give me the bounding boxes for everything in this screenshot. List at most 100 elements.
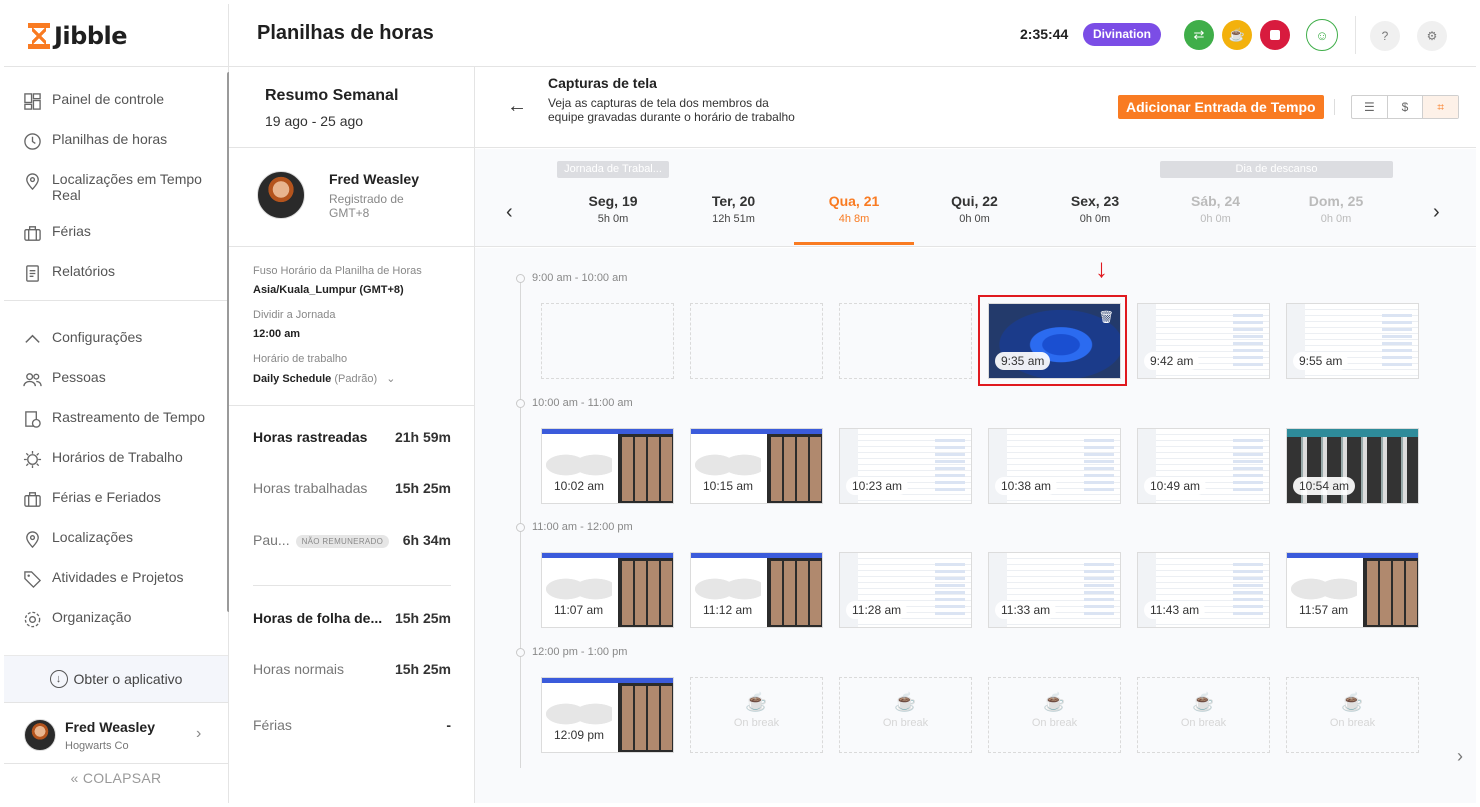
chevron-right-icon: ›	[196, 725, 202, 742]
break-slot: ☕ On break	[839, 676, 972, 753]
stat-label-text: Pau...	[253, 532, 290, 548]
sidebar-divider	[4, 66, 228, 67]
activity-badge[interactable]: Divination	[1083, 23, 1162, 46]
screenshot-thumbnail[interactable]: 10:23 am	[839, 427, 972, 504]
break-indicator: ☕ On break	[989, 692, 1120, 729]
screenshot-thumbnail[interactable]: 9:42 am	[1137, 303, 1270, 379]
screenshot-thumbnail[interactable]: 10:54 am	[1286, 427, 1419, 504]
screenshot-thumbnail[interactable]: 10:02 am	[541, 427, 674, 504]
sidebar-item[interactable]: Férias	[22, 212, 222, 252]
payroll-view-button[interactable]: $	[1388, 96, 1424, 118]
schedule-label: Horário de trabalho	[253, 353, 348, 365]
split-value: 12:00 am	[253, 328, 301, 340]
day-name: Qui, 22	[951, 193, 998, 209]
screenshot-thumbnail[interactable]: 11:57 am	[1286, 552, 1419, 628]
sidebar-item[interactable]: Rastreamento de Tempo	[22, 398, 222, 438]
sidebar-item[interactable]: Localizações em Tempo Real	[22, 160, 222, 212]
screenshot-thumbnail[interactable]: 11:12 am	[690, 552, 823, 628]
list-view-button[interactable]: ☰	[1352, 96, 1388, 118]
screenshot-thumbnail[interactable]: 11:33 am	[988, 552, 1121, 628]
add-time-entry-button[interactable]: Adicionar Entrada de Tempo	[1118, 95, 1324, 119]
day-tab[interactable]: Sáb, 24 0h 0m	[1156, 193, 1276, 225]
day-name: Seg, 19	[588, 193, 638, 209]
screenshot-thumbnail[interactable]: 12:09 pm	[541, 676, 674, 753]
user-profile-row[interactable]: Fred Weasley Hogwarts Co ›	[4, 702, 228, 764]
screenshot-gallery: 9:00 am - 10:00 am 🗑 9:35 am 9:42 am 9:55 am…	[475, 248, 1476, 803]
screenshot-thumbnail[interactable]: 10:15 am	[690, 427, 823, 504]
people-icon	[22, 369, 42, 389]
settings-button[interactable]: ⚙	[1417, 21, 1447, 51]
chevron-down-icon: ⌄	[386, 373, 396, 385]
screenshot-time: 10:54 am	[1293, 476, 1356, 495]
timezone-label: Fuso Horário da Planilha de Horas	[253, 265, 422, 277]
stat-label-text: Férias	[253, 717, 292, 733]
day-tab[interactable]: Sex, 23 0h 0m	[1035, 193, 1155, 225]
sidebar-item[interactable]: Localizações	[22, 518, 222, 558]
screenshot-thumbnail[interactable]: 10:38 am	[988, 427, 1121, 504]
break-indicator: ☕ On break	[840, 692, 971, 729]
screenshot-view-button[interactable]: ⌗	[1423, 96, 1459, 118]
top-bar: Planilhas de horas 2:35:44 Divination ⇄ …	[229, 4, 1476, 67]
gear-icon	[22, 609, 42, 629]
unpaid-badge: NÃO REMUNERADO	[295, 534, 390, 548]
screenshot-thumbnail[interactable]: 10:49 am	[1137, 427, 1270, 504]
stat-value: 21h 59m	[394, 429, 451, 445]
day-tab[interactable]: Dom, 25 0h 0m	[1276, 193, 1396, 225]
user-company: Hogwarts Co	[65, 740, 129, 752]
tracking-clock: 2:35:44	[1020, 26, 1069, 42]
break-label: On break	[882, 716, 929, 729]
break-slot: ☕ On break	[988, 676, 1121, 753]
day-hours: 0h 0m	[959, 213, 990, 225]
sidebar-item[interactable]: Pessoas	[22, 358, 222, 398]
sidebar-item[interactable]: Horários de Trabalho	[22, 438, 222, 478]
day-tab[interactable]: Qui, 22 0h 0m	[915, 193, 1035, 225]
previous-week-arrow[interactable]: ‹	[506, 201, 513, 224]
sidebar-item[interactable]: Relatórios	[22, 252, 222, 292]
break-label: On break	[1329, 716, 1376, 729]
sidebar-item[interactable]: Férias e Feriados	[22, 478, 222, 518]
switch-activity-button[interactable]: ⇄	[1184, 20, 1214, 50]
sidebar-item[interactable]: Planilhas de horas	[22, 120, 222, 160]
stat-label-text: Horas de folha de...	[253, 610, 383, 626]
sidebar-item-label: Localizações em Tempo Real	[52, 171, 202, 203]
split-label: Dividir a Jornada	[253, 309, 336, 321]
report-icon	[22, 263, 42, 283]
stat-label: Horas trabalhadas	[253, 480, 367, 496]
schedule-dropdown[interactable]: Daily Schedule (Padrão) ⌄	[253, 372, 395, 385]
rest-day-tag: Dia de descanso	[1160, 161, 1393, 178]
clock-out-button[interactable]	[1260, 20, 1290, 50]
day-tab[interactable]: Seg, 19 5h 0m	[553, 193, 673, 225]
employee-name: Fred Weasley	[329, 171, 420, 187]
jibble-logo-icon	[28, 23, 50, 49]
day-tab[interactable]: Ter, 20 12h 51m	[674, 193, 794, 225]
sidebar-item-label: Painel de controle	[52, 91, 165, 107]
time-tracking-icon	[22, 409, 42, 429]
employee-registered: Registrado de GMT+8	[329, 192, 404, 220]
screenshot-time: 11:12 am	[697, 601, 759, 619]
sidebar-item[interactable]: Painel de controle	[22, 80, 222, 120]
chevron-right-icon[interactable]: ›	[1457, 746, 1463, 767]
help-button[interactable]: ?	[1370, 21, 1400, 51]
stat-row: Horas rastreadas 21h 59m	[253, 429, 451, 445]
back-arrow-icon[interactable]: ←	[507, 95, 527, 118]
sidebar-item[interactable]: Configurações	[22, 318, 222, 358]
break-button[interactable]: ☕	[1222, 20, 1252, 50]
screenshot-thumbnail[interactable]: 11:28 am	[839, 552, 972, 628]
sidebar-item[interactable]: Organização	[22, 598, 222, 638]
clock-in-user-button[interactable]: ☺	[1306, 19, 1338, 51]
screenshot-thumbnail[interactable]: 9:55 am	[1286, 303, 1419, 379]
sidebar-item[interactable]: Atividades e Projetos	[22, 558, 222, 598]
stop-icon	[1270, 30, 1280, 40]
sidebar: Jibble Painel de controle Planilhas de ho…	[4, 4, 231, 803]
get-app-button[interactable]: ↓ Obter o aplicativo	[4, 655, 228, 702]
screenshot-thumbnail[interactable]: 11:07 am	[541, 552, 674, 628]
weekly-summary-title: Resumo Semanal	[265, 87, 399, 104]
jibble-logo[interactable]: Jibble	[28, 22, 128, 50]
screenshot-thumbnail[interactable]: 11:43 am	[1137, 552, 1270, 628]
collapse-button[interactable]: « COLAPSAR	[4, 770, 228, 786]
next-week-arrow[interactable]: ›	[1433, 201, 1440, 224]
day-tab[interactable]: Qua, 21 4h 8m	[794, 193, 914, 225]
sidebar-item-label: Organização	[52, 609, 132, 625]
stat-label-text: Horas normais	[253, 661, 345, 677]
sidebar-nav-settings: Configurações Pessoas Rastreamento de Temp…	[22, 318, 222, 638]
